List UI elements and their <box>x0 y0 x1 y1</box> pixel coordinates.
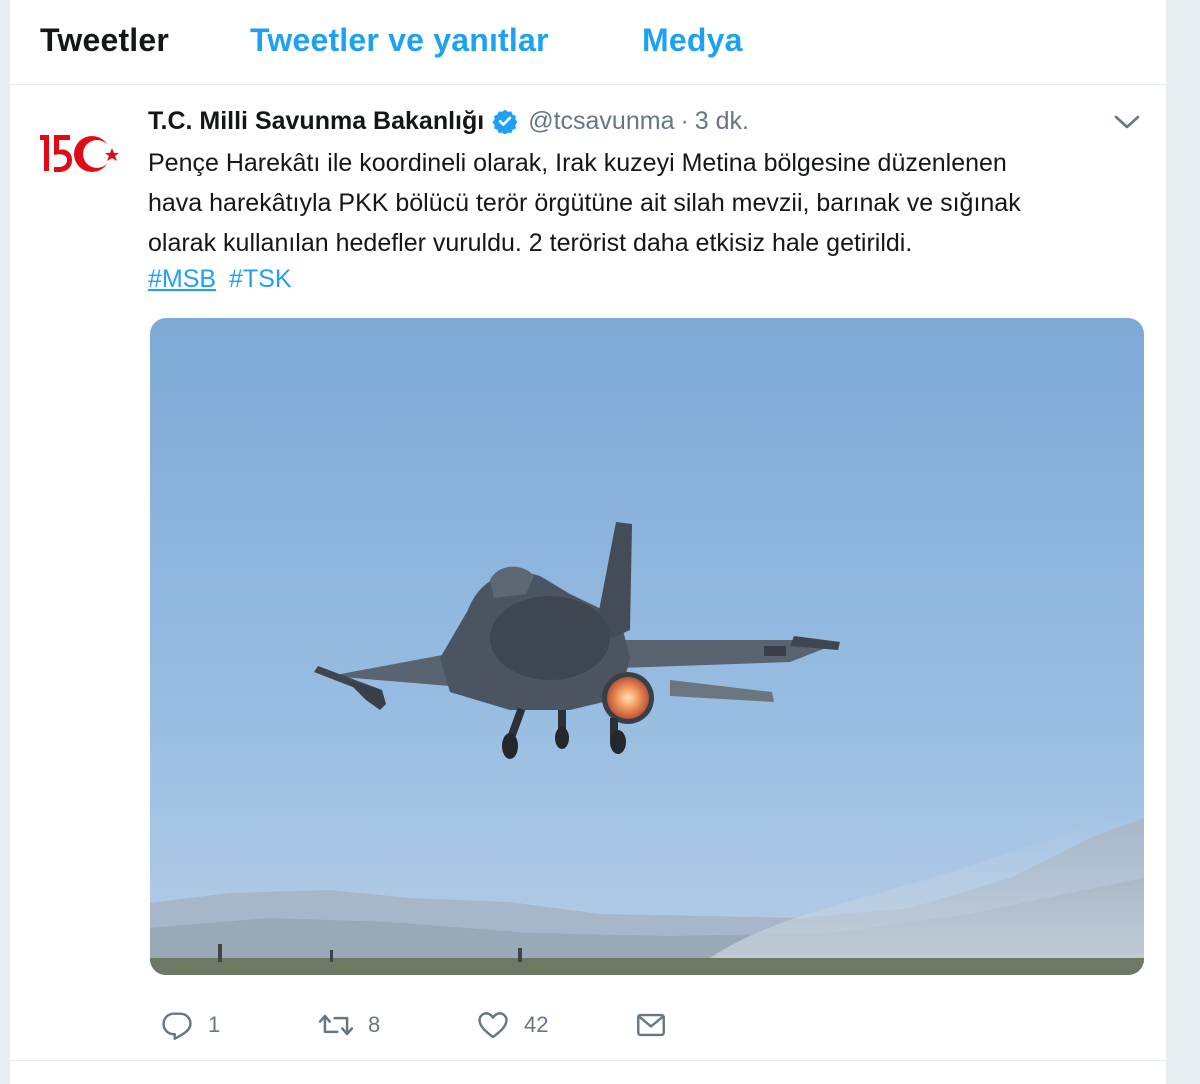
fighter-jet-photo <box>150 318 1144 975</box>
retweet-count: 8 <box>368 1012 381 1037</box>
retweet-button[interactable]: 8 <box>318 1005 380 1045</box>
avatar[interactable] <box>40 123 124 183</box>
msb-150-logo-icon <box>40 135 119 172</box>
tweet-text: Pençe Harekâtı ile koordineli olarak, Ir… <box>148 143 1148 263</box>
profile-tabs: Tweetler Tweetler ve yanıtlar Medya <box>10 0 1166 85</box>
hashtag-tsk[interactable]: #TSK <box>229 265 292 293</box>
verified-badge-icon <box>492 108 518 135</box>
tweet-text-line: olarak kullanılan hedefler vuruldu. 2 te… <box>148 229 913 257</box>
reply-button[interactable]: 1 <box>160 1005 220 1045</box>
hashtag-msb[interactable]: #MSB <box>148 265 216 293</box>
tab-media[interactable]: Medya <box>642 22 743 59</box>
author-handle[interactable]: @tcsavunma <box>528 107 674 136</box>
tweet-text-line: Pençe Harekâtı ile koordineli olarak, Ir… <box>148 149 1007 177</box>
tweet-text-line: hava harekâtıyla PKK bölücü terör örgütü… <box>148 189 1021 217</box>
reply-icon <box>162 1012 192 1040</box>
tweet-header: T.C. Milli Savunma Bakanlığı @tcsavunma … <box>148 105 749 137</box>
tweet-timestamp[interactable]: 3 dk. <box>695 107 749 136</box>
header-separator: · <box>680 106 689 135</box>
author-name[interactable]: T.C. Milli Savunma Bakanlığı <box>148 107 484 136</box>
reply-count: 1 <box>208 1012 221 1037</box>
tab-tweets-and-replies[interactable]: Tweetler ve yanıtlar <box>250 22 549 59</box>
retweet-icon <box>318 1014 354 1036</box>
heart-icon <box>478 1012 508 1039</box>
tweet[interactable]: T.C. Milli Savunma Bakanlığı @tcsavunma … <box>10 85 1166 1061</box>
page: Tweetler Tweetler ve yanıtlar Medya T.C.… <box>0 0 1200 1084</box>
tweet-photo[interactable] <box>150 318 1144 975</box>
tweet-actions: 1 8 42 <box>150 1005 1050 1045</box>
direct-message-button[interactable] <box>634 1005 668 1045</box>
like-button[interactable]: 42 <box>476 1005 548 1045</box>
envelope-icon <box>637 1013 665 1037</box>
hashtags: #MSB #TSK <box>148 262 298 296</box>
tab-tweets[interactable]: Tweetler <box>40 22 169 59</box>
chevron-down-icon[interactable] <box>1112 111 1142 133</box>
like-count: 42 <box>524 1012 549 1037</box>
timeline-card: Tweetler Tweetler ve yanıtlar Medya T.C.… <box>10 0 1166 1084</box>
